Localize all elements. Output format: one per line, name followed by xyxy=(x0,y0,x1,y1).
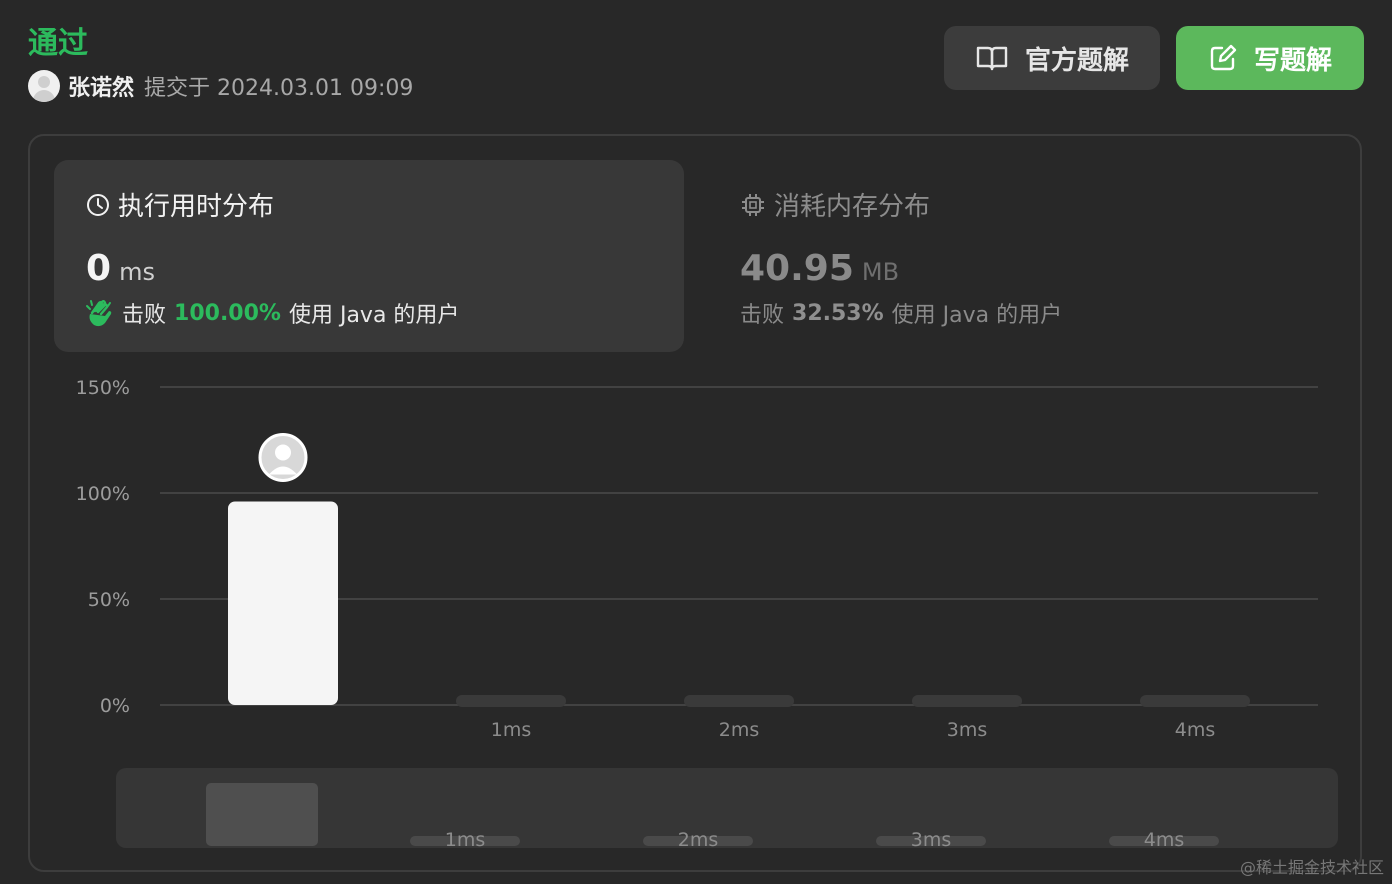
overview-tick-label: 1ms xyxy=(445,829,486,851)
overview-tick-label: 3ms xyxy=(911,829,952,851)
x-tick-label: 4ms xyxy=(1175,719,1216,741)
watermark: @稀土掘金技术社区 xyxy=(1239,858,1384,877)
bar-highlight[interactable] xyxy=(228,501,338,705)
overview-bar-highlight xyxy=(206,783,318,846)
overview-tick-label: 2ms xyxy=(678,829,719,851)
y-tick-label: 100% xyxy=(76,483,130,505)
bar[interactable] xyxy=(456,695,566,707)
bar[interactable] xyxy=(1140,695,1250,707)
runtime-distribution-chart: 0% 50% 100% 150% 1ms 2ms 3ms 4ms 1ms 2ms 3ms 4ms xyxy=(76,377,1338,851)
y-tick-label: 150% xyxy=(76,377,130,399)
overview-tick-label: 4ms xyxy=(1144,829,1185,851)
x-tick-label: 1ms xyxy=(491,719,532,741)
y-tick-label: 50% xyxy=(88,589,130,611)
y-tick-label: 0% xyxy=(100,695,130,717)
user-marker-head xyxy=(275,444,291,461)
x-tick-label: 3ms xyxy=(947,719,988,741)
x-tick-label: 2ms xyxy=(719,719,760,741)
bar[interactable] xyxy=(912,695,1022,707)
bar[interactable] xyxy=(684,695,794,707)
